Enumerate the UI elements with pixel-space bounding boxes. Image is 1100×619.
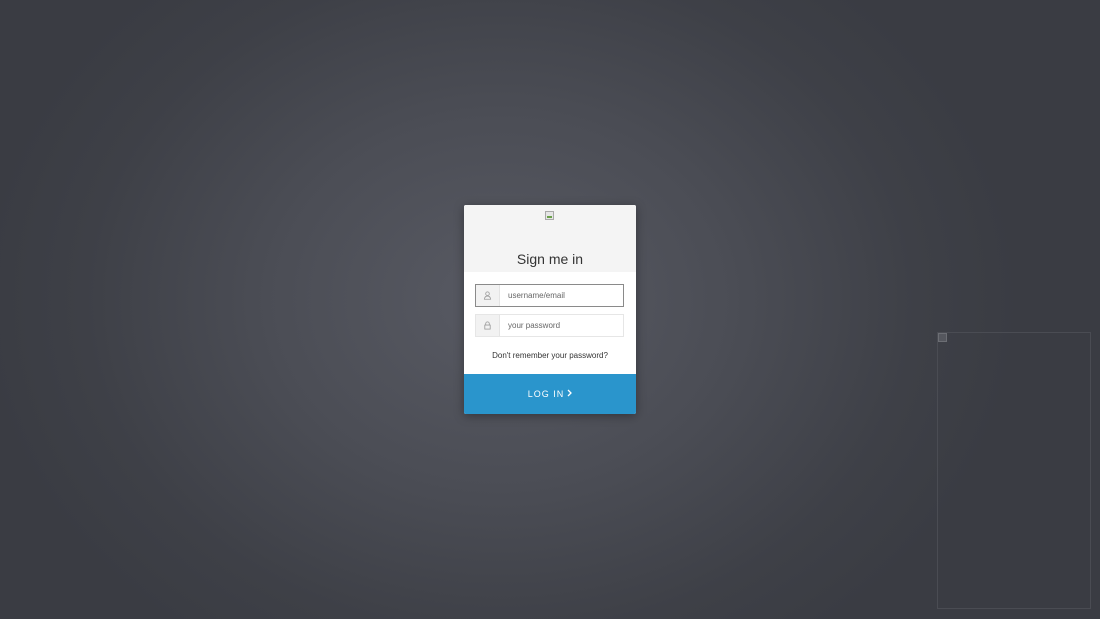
password-input[interactable] (500, 315, 623, 336)
lock-icon (476, 315, 500, 336)
page-title: Sign me in (516, 251, 584, 267)
broken-image-icon (545, 211, 554, 220)
forgot-password-link[interactable]: Don't remember your password? (464, 351, 636, 361)
broken-image-icon (938, 333, 947, 342)
user-icon (476, 285, 500, 306)
username-input[interactable] (500, 285, 623, 306)
username-field (475, 284, 624, 307)
login-button[interactable]: Log in (464, 374, 636, 414)
password-field (475, 314, 624, 337)
embedded-frame (937, 332, 1091, 609)
chevron-right-icon (567, 389, 573, 399)
login-card-header: Sign me in (464, 205, 636, 272)
login-card: Sign me in Don't remember your password?… (464, 205, 636, 414)
login-button-label: Log in (527, 389, 565, 399)
